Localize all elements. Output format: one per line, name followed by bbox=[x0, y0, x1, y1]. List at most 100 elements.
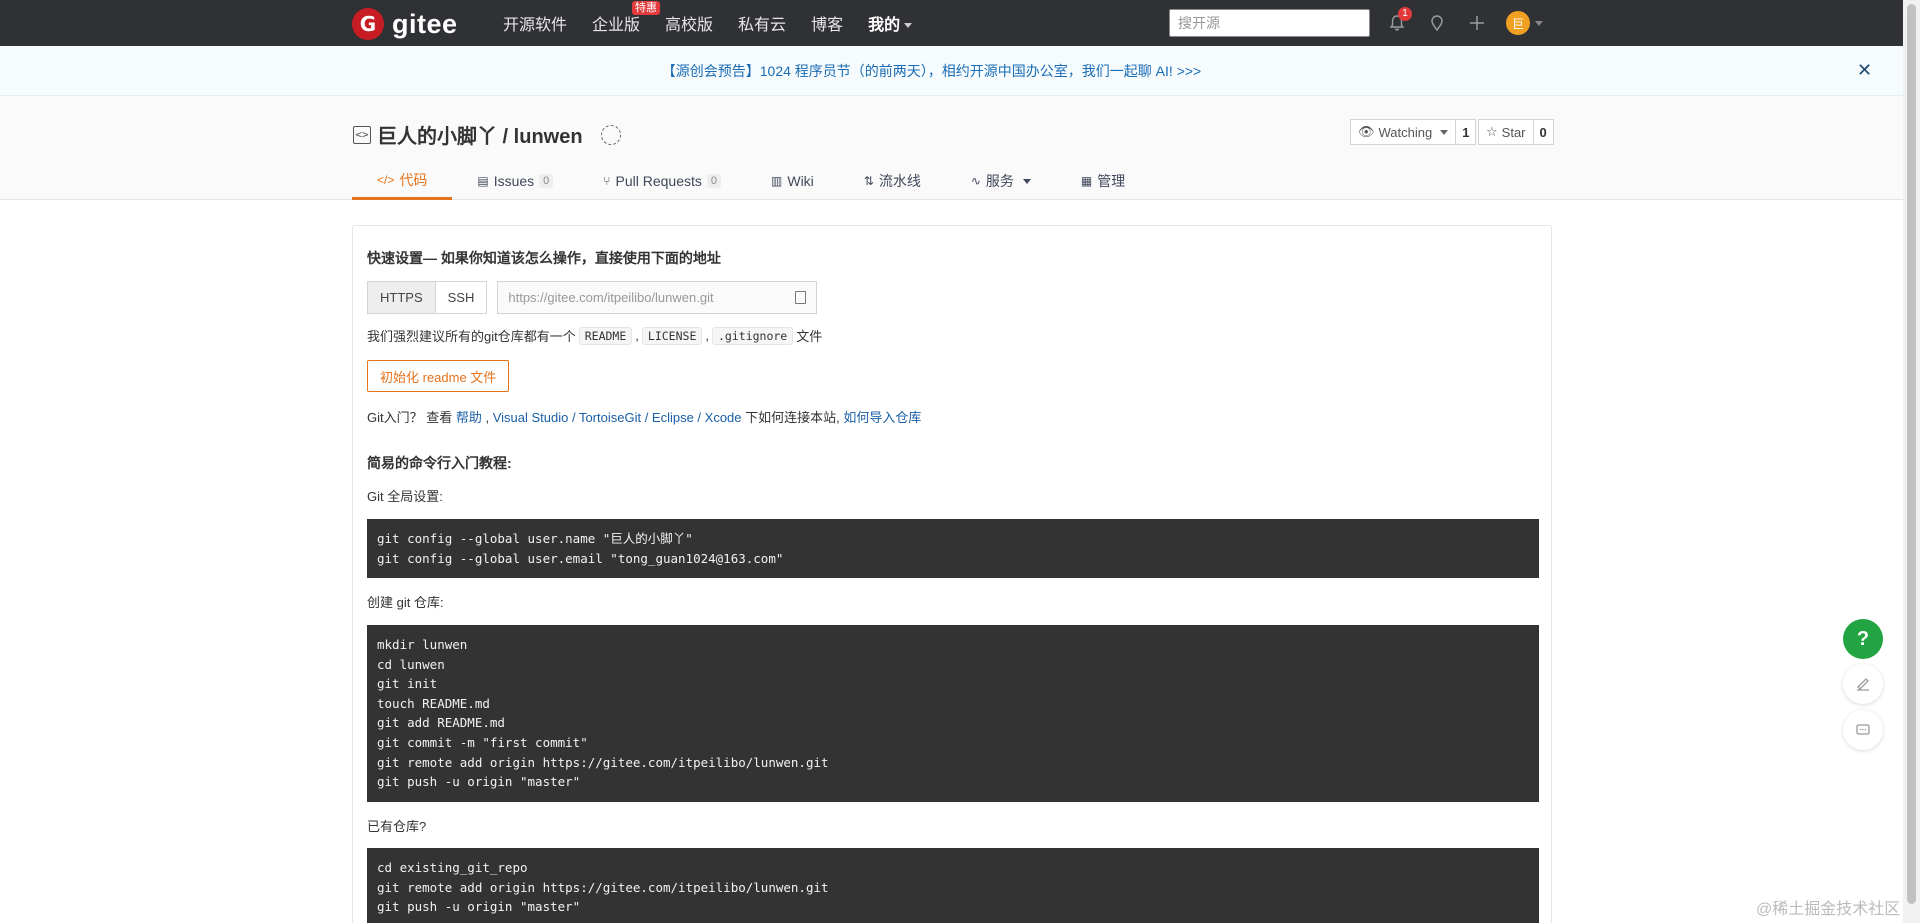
code-icon: </> bbox=[377, 172, 395, 187]
nav-private-cloud[interactable]: 私有云 bbox=[738, 11, 786, 35]
copy-icon[interactable] bbox=[795, 291, 807, 304]
import-repo-link[interactable]: 如何导入仓库 bbox=[843, 410, 921, 425]
tab-label: Issues bbox=[493, 173, 535, 189]
file-suggestion: 我们强烈建议所有的git仓库都有一个 README , LICENSE , .g… bbox=[367, 326, 822, 345]
tab-pipeline[interactable]: ⇅ 流水线 bbox=[839, 162, 946, 200]
nav-university[interactable]: 高校版 bbox=[665, 11, 713, 35]
tab-label: 代码 bbox=[399, 171, 428, 188]
close-icon[interactable]: ✕ bbox=[1857, 60, 1872, 81]
license-link[interactable]: LICENSE bbox=[641, 326, 703, 345]
announcement-bar: 【源创会预告】1024 程序员节（的前两天），相约开源中国办公室，我们一起聊 A… bbox=[0, 46, 1903, 96]
location-icon-svg bbox=[1431, 15, 1443, 32]
existing-repo-code[interactable]: cd existing_git_repo git remote add orig… bbox=[367, 848, 1539, 923]
watermark: @稀土掘金技术社区 bbox=[1756, 901, 1901, 918]
help-connect: 下如何连接本站, bbox=[741, 410, 844, 425]
avatar[interactable]: 巨 bbox=[1506, 11, 1530, 35]
tab-count: 0 bbox=[539, 174, 554, 188]
wiki-icon: ▥ bbox=[771, 174, 783, 188]
tab-label: Pull Requests bbox=[615, 173, 702, 189]
plus-icon[interactable] bbox=[1466, 12, 1488, 34]
bell-icon[interactable]: 1 bbox=[1386, 7, 1412, 34]
tab-label: 服务 bbox=[985, 173, 1014, 189]
watch-button[interactable]: 👁 Watching bbox=[1350, 119, 1457, 145]
help-link[interactable]: 帮助 bbox=[456, 410, 482, 425]
chat-icon[interactable] bbox=[1843, 710, 1883, 750]
chevron-down-icon bbox=[1440, 129, 1449, 135]
nav-links: 开源软件 企业版 特惠 高校版 私有云 博客 我的 bbox=[503, 0, 937, 46]
edit-icon[interactable] bbox=[1843, 664, 1883, 704]
tools-link[interactable]: Visual Studio / TortoiseGit / Eclipse / … bbox=[493, 410, 742, 425]
repo-badge-icon[interactable] bbox=[600, 124, 621, 145]
star-button[interactable]: ☆ Star bbox=[1478, 119, 1534, 145]
quick-setup-card: 快速设置— 如果你知道该怎么操作，直接使用下面的地址 HTTPS SSH htt… bbox=[352, 225, 1552, 923]
cli-tutorial-title: 简易的命令行入门教程: bbox=[367, 455, 512, 471]
repo-header: <> 巨人的小脚丫 / lunwen 👁 Watching 1 ☆ Star 0… bbox=[0, 96, 1903, 200]
quick-setup-title: 快速设置— 如果你知道该怎么操作，直接使用下面的地址 bbox=[367, 250, 721, 266]
pr-icon: ⑂ bbox=[603, 174, 611, 188]
clone-url-input[interactable]: https://gitee.com/itpeilibo/lunwen.git bbox=[497, 281, 818, 314]
gitignore-link[interactable]: .gitignore bbox=[712, 326, 794, 345]
chat-icon-svg bbox=[1856, 724, 1870, 735]
eye-icon: 👁 bbox=[1358, 124, 1375, 139]
help-button[interactable]: ? bbox=[1843, 619, 1883, 659]
repo-code-icon: <> bbox=[353, 125, 371, 144]
location-icon[interactable] bbox=[1426, 12, 1448, 34]
logo-icon: G bbox=[352, 8, 384, 40]
issues-icon: ▤ bbox=[477, 174, 489, 188]
existing-repo-label: 已有仓库? bbox=[367, 819, 427, 834]
suggest-suffix: 文件 bbox=[796, 329, 823, 344]
create-repo-label: 创建 git 仓库: bbox=[367, 595, 444, 610]
chevron-down-icon bbox=[1022, 178, 1031, 184]
tab-manage[interactable]: ▦ 管理 bbox=[1056, 162, 1150, 200]
announcement-link[interactable]: 【源创会预告】1024 程序员节（的前两天），相约开源中国办公室，我们一起聊 A… bbox=[662, 61, 1201, 81]
nav-enterprise[interactable]: 企业版 特惠 bbox=[592, 1, 661, 35]
tab-service[interactable]: ∿ 服务 bbox=[946, 162, 1056, 200]
search-input[interactable]: 搜开源 bbox=[1169, 9, 1370, 37]
manage-icon: ▦ bbox=[1080, 174, 1093, 188]
star-icon: ☆ bbox=[1486, 124, 1498, 139]
star-group: ☆ Star 0 bbox=[1478, 119, 1554, 145]
watch-group: 👁 Watching 1 bbox=[1350, 119, 1477, 145]
nav-mine[interactable]: 我的 bbox=[868, 11, 913, 35]
repo-name[interactable]: 巨人的小脚丫 / lunwen bbox=[377, 120, 583, 149]
tab-pull-requests[interactable]: ⑂ Pull Requests 0 bbox=[578, 162, 746, 200]
help-prefix: Git入门？ 查看 bbox=[367, 410, 456, 425]
tab-code[interactable]: </> 代码 bbox=[352, 162, 453, 200]
plus-icon-svg bbox=[1470, 16, 1484, 30]
clone-url-row: HTTPS SSH https://gitee.com/itpeilibo/lu… bbox=[367, 281, 818, 314]
global-settings-label: Git 全局设置: bbox=[367, 489, 443, 504]
nav-mine-label: 我的 bbox=[868, 17, 901, 34]
tab-count: 0 bbox=[706, 174, 722, 188]
tab-label: Wiki bbox=[787, 173, 814, 189]
service-icon: ∿ bbox=[970, 174, 981, 188]
watch-count[interactable]: 1 bbox=[1456, 119, 1477, 145]
init-readme-button[interactable]: 初始化 readme 文件 bbox=[367, 360, 510, 392]
star-count[interactable]: 0 bbox=[1533, 119, 1554, 145]
repo-tabs: </> 代码 ▤ Issues 0 ⑂ Pull Requests 0 ▥ Wi… bbox=[352, 162, 1150, 200]
ssh-button[interactable]: SSH bbox=[435, 281, 488, 314]
repo-title: <> 巨人的小脚丫 / lunwen bbox=[353, 120, 621, 149]
nav-open-source[interactable]: 开源软件 bbox=[503, 11, 567, 35]
pipeline-icon: ⇅ bbox=[863, 174, 874, 188]
top-navbar: G gitee 开源软件 企业版 特惠 高校版 私有云 博客 我的 搜开源 1 … bbox=[0, 0, 1903, 46]
tab-issues[interactable]: ▤ Issues 0 bbox=[452, 162, 578, 200]
help-sep: , bbox=[481, 410, 493, 425]
logo-text: gitee bbox=[392, 8, 458, 39]
chevron-down-icon bbox=[904, 23, 913, 29]
nav-enterprise-label: 企业版 bbox=[592, 17, 641, 34]
suggest-prefix: 我们强烈建议所有的git仓库都有一个 bbox=[367, 329, 576, 344]
scrollbar-thumb[interactable] bbox=[1907, 4, 1916, 904]
tab-wiki[interactable]: ▥ Wiki bbox=[746, 162, 839, 200]
readme-link[interactable]: README bbox=[578, 326, 633, 345]
edit-icon-svg bbox=[1857, 678, 1869, 691]
gitee-logo[interactable]: G gitee bbox=[352, 8, 458, 40]
notification-count: 1 bbox=[1398, 7, 1412, 21]
create-repo-code[interactable]: mkdir lunwen cd lunwen git init touch RE… bbox=[367, 625, 1539, 802]
watch-label: Watching bbox=[1378, 124, 1433, 140]
page-scrollbar[interactable] bbox=[1903, 0, 1920, 923]
global-settings-code[interactable]: git config --global user.name "巨人的小脚丫" g… bbox=[367, 519, 1539, 578]
avatar-chevron-down-icon[interactable] bbox=[1535, 21, 1543, 26]
nav-blog[interactable]: 博客 bbox=[811, 11, 843, 35]
git-help-line: Git入门？ 查看 帮助 , Visual Studio / TortoiseG… bbox=[367, 407, 921, 426]
https-button[interactable]: HTTPS bbox=[367, 281, 436, 314]
